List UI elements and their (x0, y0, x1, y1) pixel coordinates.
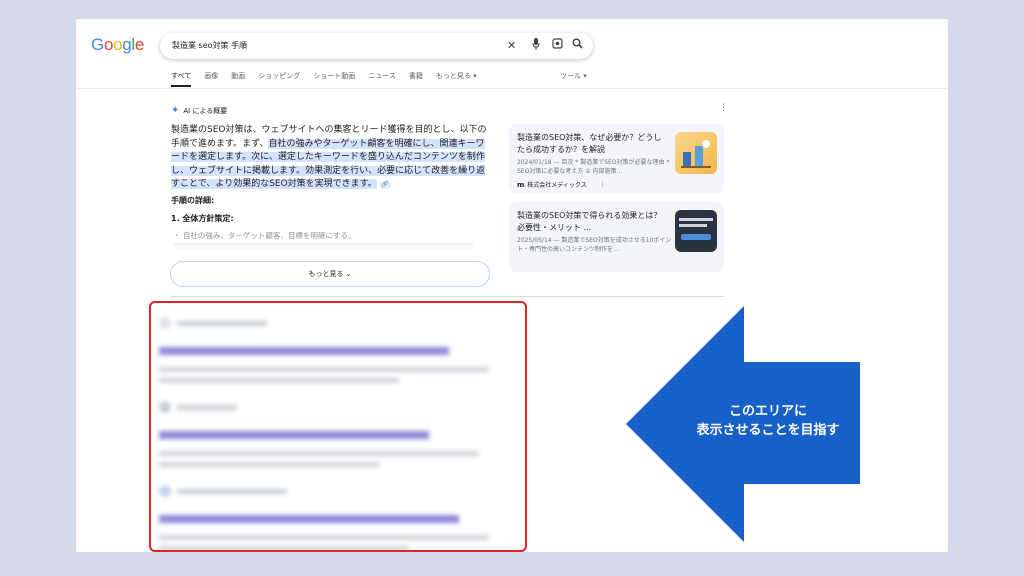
logo-letter: o (113, 35, 123, 54)
tab-images[interactable]: 画像 (204, 71, 218, 87)
search-results-page: Google 製造業 seo対策 手順 ✕ すべて 画像 動画 ショッピング シ… (76, 19, 948, 552)
source-card-thumbnail (675, 210, 717, 252)
more-options-icon[interactable]: ⋮ (719, 103, 728, 113)
google-logo[interactable]: Google (91, 35, 144, 55)
lens-icon[interactable] (552, 38, 563, 54)
link-icon[interactable]: 🔗 (379, 181, 391, 189)
ai-overview-title: AI による概要 (183, 106, 228, 115)
ai-overview-header: ✦ AI による概要 (171, 105, 227, 116)
search-box[interactable]: 製造業 seo対策 手順 ✕ (160, 33, 593, 59)
search-input[interactable]: 製造業 seo対策 手順 (172, 40, 247, 51)
target-area-box (149, 301, 527, 552)
show-more-button[interactable]: もっと見る ⌄ (170, 261, 490, 287)
source-card-footer: m 株式会社メディックス ⋮ (517, 180, 606, 190)
header-divider (76, 88, 948, 89)
callout-line-2: 表示させることを目指す (696, 423, 840, 438)
source-card[interactable]: 製造業のSEO対策で得られる効果とは？必要性・メリット ... 2025/05/… (509, 202, 724, 272)
logo-letter: o (103, 35, 114, 54)
source-card-title[interactable]: 製造業のSEO対策で得られる効果とは？必要性・メリット ... (517, 210, 667, 234)
logo-letter: G (91, 35, 104, 54)
tab-books[interactable]: 書籍 (409, 71, 423, 87)
callout-text: このエリアに 表示させることを目指す (668, 402, 868, 440)
close-icon[interactable]: ✕ (507, 38, 516, 54)
tab-more[interactable]: もっと見る ▾ (436, 71, 477, 87)
source-card-snippet: 2025/05/14 — 製造業でSEO対策を成功させる10ポイント・専門性の高… (517, 237, 672, 253)
search-icon[interactable] (572, 38, 583, 54)
ai-overview-text: 製造業のSEO対策は、ウェブサイトへの集客とリード獲得を目的とし、以下の手順で進… (171, 124, 491, 192)
steps-heading: 手順の詳細: (171, 196, 215, 205)
source-card-snippet: 2024/01/18 — 目次 * 製造業でSEO対策が必要な理由 * SEO対… (517, 159, 670, 175)
tab-shopping[interactable]: ショッピング (258, 71, 300, 87)
fade-overlay (173, 243, 473, 251)
source-card-thumbnail (675, 132, 717, 174)
step-1-bullet: ・ 自社の強み、ターゲット顧客、目標を明確にする。 (173, 231, 356, 240)
sparkle-icon: ✦ (171, 105, 180, 116)
mic-icon[interactable] (532, 38, 540, 55)
search-tabs: すべて 画像 動画 ショッピング ショート動画 ニュース 書籍 もっと見る ▾ (171, 71, 477, 87)
logo-letter: e (134, 35, 145, 54)
step-1-heading: 1. 全体方針策定: (171, 214, 234, 223)
callout-line-1: このエリアに (728, 404, 807, 419)
tab-all[interactable]: すべて (171, 71, 192, 87)
source-card-site: 株式会社メディックス (527, 182, 587, 189)
tab-videos[interactable]: 動画 (231, 71, 245, 87)
section-divider (171, 296, 724, 297)
source-card-title[interactable]: 製造業のSEO対策、なぜ必要か？どうしたら成功するか？を解説 (517, 132, 667, 156)
more-options-icon[interactable]: ⋮ (600, 181, 606, 188)
tab-short-videos[interactable]: ショート動画 (313, 71, 355, 87)
source-card[interactable]: 製造業のSEO対策、なぜ必要か？どうしたら成功するか？を解説 2024/01/1… (509, 124, 724, 194)
tab-news[interactable]: ニュース (368, 71, 396, 87)
tools-button[interactable]: ツール ▾ (560, 71, 587, 81)
site-favicon-icon: m (517, 180, 525, 189)
